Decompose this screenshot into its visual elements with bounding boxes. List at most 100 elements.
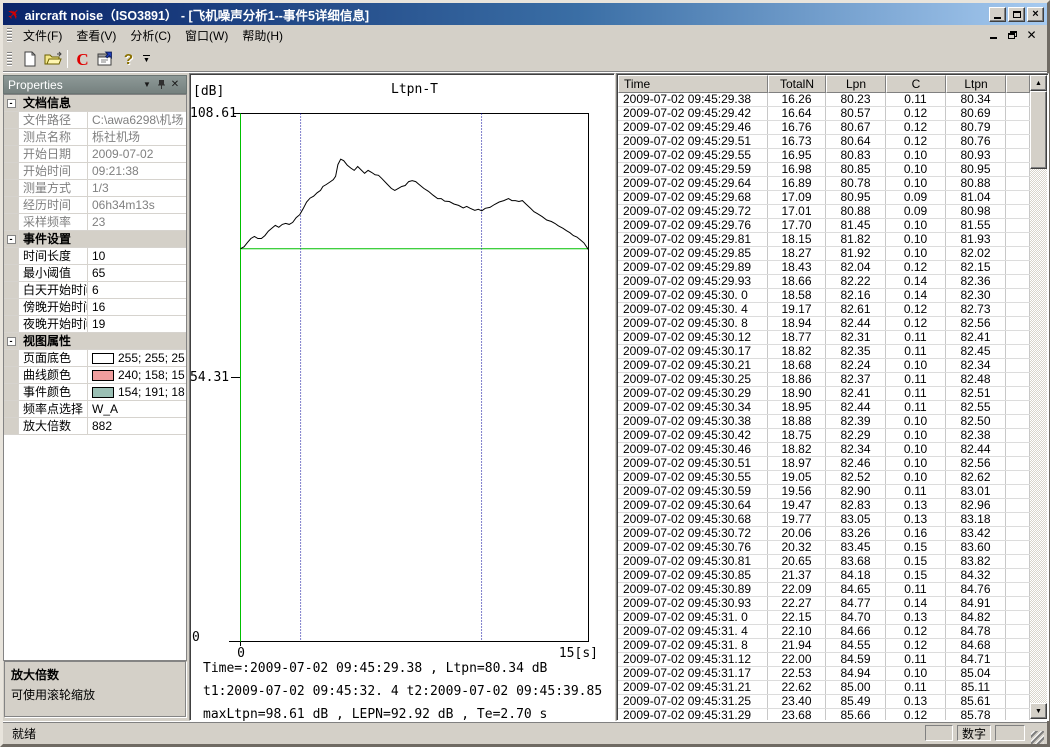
property-row[interactable]: 夜晚开始时间19 [4,316,186,333]
minimize-button[interactable] [989,7,1006,22]
table-row[interactable]: 2009-07-02 09:45:31.1722.5384.940.1085.0… [618,667,1030,681]
mdi-restore-button[interactable] [1005,29,1020,42]
pane-pin-button[interactable] [154,79,168,91]
property-value[interactable]: 19 [88,316,186,332]
table-row[interactable]: 2009-07-02 09:45:30.2918.9082.410.1182.5… [618,387,1030,401]
property-row[interactable]: 时间长度10 [4,248,186,265]
property-row[interactable]: 事件颜色154; 191; 18 [4,384,186,401]
property-row[interactable]: 曲线颜色240; 158; 15 [4,367,186,384]
collapse-minus-icon[interactable]: - [7,235,16,244]
property-value[interactable]: 23 [88,214,186,230]
property-value[interactable]: 06h34m13s [88,197,186,213]
property-value[interactable]: C:\awa6298\机场 [88,112,186,128]
menu-help[interactable]: 帮助(H) [235,24,290,47]
table-row[interactable]: 2009-07-02 09:45:30.2518.8682.370.1182.4… [618,373,1030,387]
resize-grip[interactable] [1031,731,1044,744]
property-row[interactable]: 采样频率23 [4,214,186,231]
pane-close-button[interactable]: ✕ [168,79,182,91]
column-header-ltpn[interactable]: Ltpn [946,75,1006,93]
table-row[interactable]: 2009-07-02 09:45:30.3818.8882.390.1082.5… [618,415,1030,429]
scroll-thumb[interactable] [1030,91,1047,169]
property-value[interactable]: 255; 255; 25 [88,350,186,366]
property-section-header[interactable]: -视图属性 [4,333,186,350]
property-value[interactable]: 栎社机场 [88,129,186,145]
property-row[interactable]: 测点名称栎社机场 [4,129,186,146]
table-row[interactable]: 2009-07-02 09:45:30.5519.0582.520.1082.6… [618,471,1030,485]
chart-panel[interactable]: [dB] Ltpn-T 108.61 54.31 0 0 15[s] Time=… [189,73,615,721]
table-row[interactable]: 2009-07-02 09:45:30.5919.5682.900.1183.0… [618,485,1030,499]
table-row[interactable]: 2009-07-02 09:45:30.5118.9782.460.1082.5… [618,457,1030,471]
menu-file[interactable]: 文件(F) [16,24,69,47]
table-row[interactable]: 2009-07-02 09:45:29.4616.7680.670.1280.7… [618,121,1030,135]
property-value[interactable]: 154; 191; 18 [88,384,186,400]
table-row[interactable]: 2009-07-02 09:45:30.2118.6882.240.1082.3… [618,359,1030,373]
property-section-header[interactable]: -事件设置 [4,231,186,248]
property-value[interactable]: W_A [88,401,186,417]
table-row[interactable]: 2009-07-02 09:45:29.7617.7081.450.1081.5… [618,219,1030,233]
table-row[interactable]: 2009-07-02 09:45:30.1218.7782.310.1182.4… [618,331,1030,345]
mdi-close-button[interactable]: ✕ [1024,29,1039,42]
property-row[interactable]: 最小阈值65 [4,265,186,282]
menu-view[interactable]: 查看(V) [69,24,123,47]
table-row[interactable]: 2009-07-02 09:45:30.3418.9582.440.1182.5… [618,401,1030,415]
column-header-lpn[interactable]: Lpn [826,75,886,93]
table-row[interactable]: 2009-07-02 09:45:29.8918.4382.040.1282.1… [618,261,1030,275]
properties-button[interactable] [94,48,117,70]
property-value[interactable]: 882 [88,418,186,434]
table-row[interactable]: 2009-07-02 09:45:30.6419.4782.830.1382.9… [618,499,1030,513]
property-row[interactable]: 开始时间09:21:38 [4,163,186,180]
table-row[interactable]: 2009-07-02 09:45:31.2523.4085.490.1385.6… [618,695,1030,709]
property-row[interactable]: 经历时间06h34m13s [4,197,186,214]
property-value[interactable]: 09:21:38 [88,163,186,179]
close-button[interactable]: × [1027,7,1044,22]
table-row[interactable]: 2009-07-02 09:45:29.5916.9880.850.1080.9… [618,163,1030,177]
table-row[interactable]: 2009-07-02 09:45:31.2122.6285.000.1185.1… [618,681,1030,695]
property-row[interactable]: 文件路径C:\awa6298\机场 [4,112,186,129]
analysis-button[interactable]: C [71,48,94,70]
property-row[interactable]: 页面底色255; 255; 25 [4,350,186,367]
property-row[interactable]: 频率点选择W_A [4,401,186,418]
property-value[interactable]: 240; 158; 15 [88,367,186,383]
column-header-time[interactable]: Time [618,75,768,93]
table-row[interactable]: 2009-07-02 09:45:31.1222.0084.590.1184.7… [618,653,1030,667]
table-row[interactable]: 2009-07-02 09:45:30.6819.7783.050.1383.1… [618,513,1030,527]
table-row[interactable]: 2009-07-02 09:45:31. 022.1584.700.1384.8… [618,611,1030,625]
property-value[interactable]: 16 [88,299,186,315]
help-button[interactable]: ? [117,48,140,70]
table-row[interactable]: 2009-07-02 09:45:30.8521.3784.180.1584.3… [618,569,1030,583]
table-vertical-scrollbar[interactable]: ▲ ▼ [1030,75,1047,719]
property-value[interactable]: 6 [88,282,186,298]
table-row[interactable]: 2009-07-02 09:45:30.9322.2784.770.1484.9… [618,597,1030,611]
property-row[interactable]: 测量方式1/3 [4,180,186,197]
menubar-grip[interactable] [7,28,12,42]
collapse-minus-icon[interactable]: - [7,99,16,108]
table-row[interactable]: 2009-07-02 09:45:30.4218.7582.290.1082.3… [618,429,1030,443]
table-row[interactable]: 2009-07-02 09:45:29.6817.0980.950.0981.0… [618,191,1030,205]
table-row[interactable]: 2009-07-02 09:45:30. 419.1782.610.1282.7… [618,303,1030,317]
property-section-header[interactable]: -文档信息 [4,95,186,112]
table-row[interactable]: 2009-07-02 09:45:30.8120.6583.680.1583.8… [618,555,1030,569]
table-row[interactable]: 2009-07-02 09:45:31.2923.6885.660.1285.7… [618,709,1030,720]
table-row[interactable]: 2009-07-02 09:45:30. 818.9482.440.1282.5… [618,317,1030,331]
open-file-button[interactable] [41,48,64,70]
table-row[interactable]: 2009-07-02 09:45:29.9318.6682.220.1482.3… [618,275,1030,289]
table-row[interactable]: 2009-07-02 09:45:29.8518.2781.920.1082.0… [618,247,1030,261]
table-row[interactable]: 2009-07-02 09:45:29.5516.9580.830.1080.9… [618,149,1030,163]
property-row[interactable]: 白天开始时间6 [4,282,186,299]
table-row[interactable]: 2009-07-02 09:45:29.6416.8980.780.1080.8… [618,177,1030,191]
menu-window[interactable]: 窗口(W) [178,24,235,47]
scroll-up-button[interactable]: ▲ [1030,75,1047,91]
property-row[interactable]: 放大倍数882 [4,418,186,435]
property-value[interactable]: 2009-07-02 [88,146,186,162]
table-row[interactable]: 2009-07-02 09:45:29.3816.2680.230.1180.3… [618,93,1030,107]
property-value[interactable]: 1/3 [88,180,186,196]
collapse-minus-icon[interactable]: - [7,337,16,346]
pane-menu-button[interactable]: ▼ [140,79,154,91]
ltpn-chart[interactable] [190,74,614,656]
table-row[interactable]: 2009-07-02 09:45:30.4618.8282.340.1082.4… [618,443,1030,457]
toolbar-options-button[interactable]: ▼ [140,48,153,70]
property-value[interactable]: 65 [88,265,186,281]
column-header-totaln[interactable]: TotalN [768,75,826,93]
menu-analysis[interactable]: 分析(C) [123,24,178,47]
property-value[interactable]: 10 [88,248,186,264]
